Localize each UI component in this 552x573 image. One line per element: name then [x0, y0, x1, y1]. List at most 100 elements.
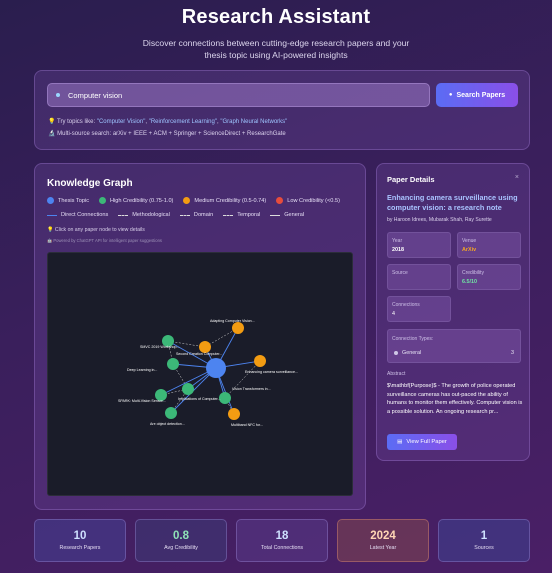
stat-value: 1: [480, 530, 488, 542]
paper-node[interactable]: [165, 407, 177, 419]
stat-label: Total Connections: [260, 545, 304, 551]
bullet-icon: [394, 351, 398, 355]
view-full-paper-label: View Full Paper: [406, 439, 447, 445]
search-input[interactable]: Computer vision: [47, 83, 430, 107]
legend-label: Methodological: [132, 212, 170, 218]
stat-card-papers: 10 Research Papers: [34, 519, 126, 562]
graph-svg[interactable]: Adapting Computer Vision... Enhancing cam…: [48, 253, 354, 497]
legend-line-icon: [270, 214, 281, 216]
credibility-cell: Credibility 6.5/10: [457, 264, 521, 290]
abstract-text: $\mathbf{Purpose}$ - The growth of polic…: [387, 383, 523, 415]
paper-node[interactable]: [254, 355, 266, 367]
source-cell: Source: [387, 264, 451, 290]
paper-node-label: Adapting Computer Vision...: [210, 319, 255, 323]
topic-suggestion[interactable]: "Computer Vision": [97, 119, 146, 125]
search-icon: ●: [448, 92, 453, 98]
connections-value: 4: [392, 311, 395, 317]
topic-hint-prefix: 💡 Try topics like:: [48, 119, 96, 125]
search-button-label: Search Papers: [456, 91, 506, 99]
graph-canvas[interactable]: Adapting Computer Vision... Enhancing cam…: [47, 252, 353, 496]
stat-card-sources: 1 Sources: [438, 519, 530, 562]
paper-node-label: Implications of Computer...: [178, 397, 221, 401]
stat-label: Sources: [474, 545, 494, 551]
legend-label: Low Credibility (<0.5): [287, 197, 340, 204]
stat-card-credibility: 0.8 Avg Credibility: [135, 519, 227, 562]
venue-value: ArXiv: [462, 247, 477, 253]
legend-line-icon: [47, 214, 57, 216]
paper-node-label: Deep Learning in...: [127, 368, 157, 372]
paper-title: Enhancing camera surveillance using comp…: [387, 193, 518, 212]
legend-item: Medium Credibility (0.5-0.74): [183, 197, 266, 204]
legend-item: Temporal: [223, 212, 260, 218]
source-label: Source: [392, 270, 408, 276]
paper-node[interactable]: [182, 383, 194, 395]
connection-types-label: Connection Types:: [392, 336, 434, 342]
paper-node-label: Enhancing camera surveillance...: [245, 370, 298, 374]
stat-card-latest-year: 2024 Latest Year: [337, 519, 429, 562]
paper-node-label: Second Creation Computer...: [176, 352, 222, 356]
paper-authors: by Haroon Idrees, Mubarak Shah, Ray Sure…: [387, 217, 492, 223]
stat-value: 10: [73, 530, 87, 542]
topic-suggestion[interactable]: "Reinforcement Learning": [149, 119, 217, 125]
legend-dot-icon: [183, 197, 191, 204]
stat-label: Avg Credibility: [164, 545, 198, 551]
paper-node-label: SPARK: Multi-Vision Sensor...: [118, 399, 166, 403]
legend-label: Medium Credibility (0.5-0.74): [194, 197, 267, 204]
sources-line: 🔬 Multi-source search: arXiv + IEEE + AC…: [48, 131, 286, 137]
stat-value: 2024: [370, 530, 396, 542]
paper-node-label: Multiband NFC for...: [231, 423, 263, 427]
paper-node-label: Are object detection...: [150, 422, 185, 426]
stat-value: 0.8: [173, 530, 189, 542]
powered-by-note: 🤖 Powered by ChatGPT API for intelligent…: [47, 238, 163, 243]
click-hint: 💡 Click on any paper node to view detail…: [47, 227, 145, 233]
legend-item: General: [270, 212, 304, 218]
paper-node[interactable]: [219, 392, 231, 404]
search-papers-button[interactable]: ● Search Papers: [436, 83, 518, 107]
paper-node-label: SMVC 2019 Workshop...: [140, 345, 179, 349]
paper-node-label: Vision Transformers in...: [232, 387, 271, 391]
node-legend: Thesis Topic High Credibility (0.75-1.0)…: [47, 197, 350, 204]
connection-type-label: General: [402, 350, 422, 356]
knowledge-graph-panel: Knowledge Graph Thesis Topic High Credib…: [34, 163, 366, 510]
connection-type-count: 3: [511, 350, 514, 356]
connection-type-row: General 3: [394, 350, 514, 356]
legend-label: Direct Connections: [61, 212, 109, 218]
paper-details-panel: Paper Details × Enhancing camera surveil…: [376, 163, 530, 461]
legend-item: Direct Connections: [47, 212, 108, 218]
venue-label: Venue: [462, 238, 477, 244]
legend-item: Low Credibility (<0.5): [276, 197, 340, 204]
page-header: Research Assistant Discover connections …: [0, 6, 552, 61]
topic-suggestions: 💡 Try topics like: "Computer Vision", "R…: [48, 119, 288, 125]
legend-label: Temporal: [237, 212, 261, 218]
details-title: Paper Details: [387, 175, 435, 184]
legend-dot-icon: [276, 197, 284, 204]
paper-node[interactable]: [228, 408, 240, 420]
year-value: 2018: [392, 247, 404, 253]
legend-label: High Credibility (0.75-1.0): [110, 197, 174, 204]
search-input-value[interactable]: Computer vision: [68, 91, 122, 100]
legend-item: Thesis Topic: [47, 197, 89, 204]
connections-cell: Connections 4: [387, 296, 451, 322]
legend-label: General: [284, 212, 305, 218]
paper-node[interactable]: [167, 358, 179, 370]
graph-edge: [224, 360, 261, 399]
credibility-value: 6.5/10: [462, 279, 477, 285]
connections-label: Connections: [392, 302, 420, 308]
view-full-paper-button[interactable]: ▤ View Full Paper: [387, 434, 457, 450]
page-subtitle: Discover connections between cutting-edg…: [142, 38, 410, 60]
close-icon[interactable]: ×: [515, 174, 519, 181]
legend-line-icon: [118, 214, 129, 216]
topic-suggestion[interactable]: "Graph Neural Networks": [220, 119, 287, 125]
legend-item: Domain: [179, 212, 214, 218]
credibility-label: Credibility: [462, 270, 484, 276]
legend-dot-icon: [47, 197, 54, 204]
paper-node[interactable]: [232, 322, 244, 334]
legend-label: Domain: [193, 212, 214, 218]
thesis-topic-node[interactable]: [206, 358, 226, 378]
stat-label: Latest Year: [369, 545, 397, 551]
stat-value: 18: [275, 530, 289, 542]
stat-label: Research Papers: [59, 545, 101, 551]
year-label: Year: [392, 238, 403, 244]
legend-line-icon: [179, 214, 190, 216]
legend-line-icon: [223, 214, 234, 216]
